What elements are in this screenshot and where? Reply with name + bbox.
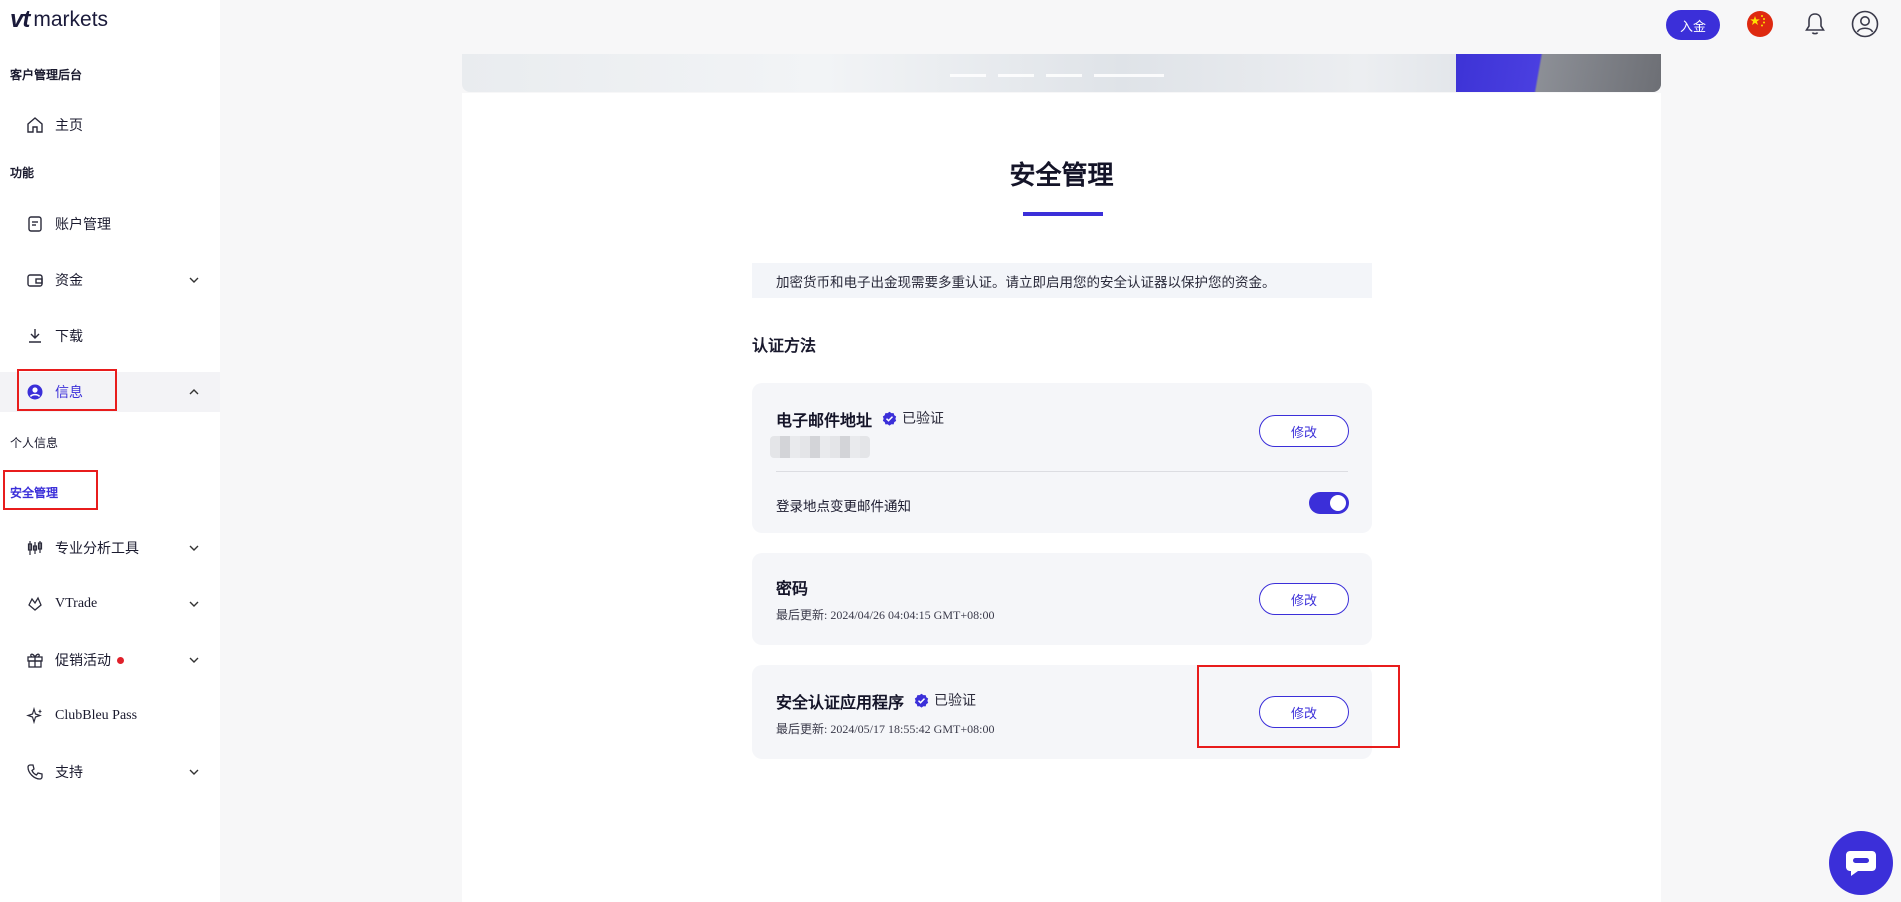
authenticator-edit-button[interactable]: 修改: [1259, 696, 1349, 728]
email-title: 电子邮件地址: [776, 413, 873, 430]
login-location-notify-label: 登录地点变更邮件通知: [776, 499, 911, 514]
sidebar-item-account[interactable]: 账户管理: [0, 204, 220, 244]
verified-label: 已验证: [902, 410, 944, 426]
chevron-down-icon: [189, 769, 199, 775]
verified-check-icon: [882, 411, 897, 426]
brand-logo-mark: vt: [10, 6, 30, 33]
authenticator-last-updated: 最后更新: 2024/05/17 18:55:42 GMT+08:00: [776, 722, 995, 736]
sidebar-item-download[interactable]: 下载: [0, 316, 220, 356]
verified-label: 已验证: [934, 692, 976, 708]
chevron-down-icon: [189, 601, 199, 607]
gift-icon: [27, 653, 43, 668]
download-icon: [29, 329, 41, 343]
sidebar-item-label: 信息: [55, 386, 83, 401]
mfa-notice: 加密货币和电子出金现需要多重认证。请立即启用您的安全认证器以保护您的资金。: [752, 263, 1372, 298]
chevron-down-icon: [189, 277, 199, 283]
authenticator-title: 安全认证应用程序: [776, 695, 905, 712]
sidebar-item-label: 资金: [55, 274, 83, 289]
wallet-icon: [27, 274, 43, 287]
security-card: 安全管理 加密货币和电子出金现需要多重认证。请立即启用您的安全认证器以保护您的资…: [462, 93, 1661, 902]
title-underline: [1023, 212, 1103, 216]
password-last-updated: 最后更新: 2024/04/26 04:04:15 GMT+08:00: [776, 608, 995, 622]
chevron-down-icon: [189, 545, 199, 551]
brand-logo[interactable]: vt markets: [10, 6, 108, 34]
brand-logo-text: markets: [33, 8, 109, 31]
sidebar: vt markets 客户管理后台 主页 功能 账户管理 资金 下载 信息 个人…: [0, 0, 220, 902]
live-chat-button[interactable]: [1829, 831, 1893, 895]
sidebar-subitem-personal-info[interactable]: 个人信息: [10, 434, 58, 451]
section-label-client: 客户管理后台: [10, 68, 83, 82]
phone-icon: [27, 764, 43, 780]
sidebar-item-label: 主页: [55, 119, 83, 134]
section-label-functions: 功能: [10, 166, 35, 180]
document-icon: [28, 216, 42, 232]
sidebar-item-vtrade[interactable]: VTrade: [0, 584, 220, 624]
divider: [776, 471, 1348, 472]
sidebar-item-label: 下载: [55, 330, 83, 345]
email-edit-button[interactable]: 修改: [1259, 415, 1349, 447]
notification-button[interactable]: [1800, 9, 1830, 39]
sparkle-icon: [26, 707, 42, 725]
password-edit-button[interactable]: 修改: [1259, 583, 1349, 615]
carousel-dot[interactable]: [998, 74, 1034, 77]
candlestick-icon: [27, 541, 43, 555]
sidebar-item-label: 支持: [55, 766, 83, 781]
email-method-card: 电子邮件地址 已验证 修改 登录地点变更邮件通知: [752, 383, 1372, 533]
profile-button[interactable]: [1850, 9, 1880, 39]
sidebar-item-analysis-tools[interactable]: 专业分析工具: [0, 528, 220, 568]
home-icon: [27, 117, 43, 133]
chevron-down-icon: [189, 657, 199, 663]
user-icon: [1851, 10, 1879, 38]
authenticator-verified-badge: 已验证: [914, 690, 976, 710]
vtrade-icon: [28, 596, 42, 611]
password-method-card: 密码 最后更新: 2024/04/26 04:04:15 GMT+08:00 修…: [752, 553, 1372, 645]
verified-check-icon: [914, 693, 929, 708]
notification-dot: [117, 657, 124, 664]
sidebar-item-funds[interactable]: 资金: [0, 260, 220, 300]
sidebar-item-label: VTrade: [55, 596, 98, 611]
page-title: 安全管理: [1009, 160, 1114, 190]
banner-image: [1456, 54, 1661, 92]
sidebar-item-label: 专业分析工具: [55, 542, 139, 557]
carousel-dot[interactable]: [1046, 74, 1082, 77]
sidebar-item-support[interactable]: 支持: [0, 752, 220, 792]
sidebar-item-info[interactable]: 信息: [0, 372, 220, 412]
deposit-button[interactable]: 入金: [1666, 10, 1720, 40]
email-verified-badge: 已验证: [882, 408, 944, 428]
chat-bubble-icon: [1846, 851, 1876, 876]
user-circle-icon: [27, 384, 43, 400]
sidebar-item-label: 账户管理: [55, 218, 111, 233]
sidebar-item-promotions[interactable]: 促销活动: [0, 640, 220, 680]
chevron-up-icon: [189, 389, 199, 395]
sidebar-item-label: 促销活动: [55, 654, 111, 669]
china-flag-icon: [1747, 11, 1773, 37]
methods-heading: 认证方法: [752, 338, 817, 355]
sidebar-item-home[interactable]: 主页: [0, 105, 220, 145]
sidebar-item-clubbleu[interactable]: ClubBleu Pass: [0, 696, 220, 736]
sidebar-subitem-security[interactable]: 安全管理: [10, 484, 58, 501]
toggle-knob: [1330, 495, 1346, 511]
password-title: 密码: [776, 581, 809, 598]
carousel-dot-active[interactable]: [1094, 74, 1164, 77]
bell-icon: [1805, 13, 1825, 35]
login-location-notify-toggle[interactable]: [1309, 492, 1349, 514]
masked-email: [770, 436, 870, 458]
language-flag-icon[interactable]: [1745, 9, 1775, 39]
carousel-dot[interactable]: [950, 74, 986, 77]
promo-banner[interactable]: [462, 54, 1661, 92]
authenticator-method-card: 安全认证应用程序 已验证 最后更新: 2024/05/17 18:55:42 G…: [752, 665, 1372, 759]
sidebar-item-label: ClubBleu Pass: [55, 708, 138, 723]
